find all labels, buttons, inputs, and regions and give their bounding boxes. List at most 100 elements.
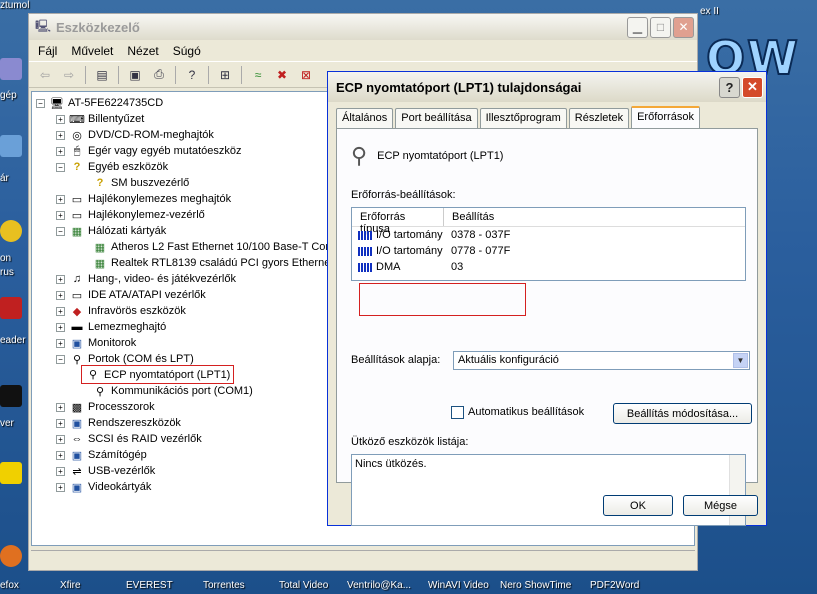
- expand-icon[interactable]: +: [56, 130, 65, 140]
- dialog-titlebar[interactable]: ECP nyomtatóport (LPT1) tulajdonságai ? …: [328, 72, 766, 102]
- tree-root[interactable]: − 🖥 AT-5FE6224735CD: [36, 95, 163, 111]
- auto-settings-checkbox[interactable]: [451, 406, 464, 419]
- tree-item[interactable]: ▦ Realtek RTL8139 családú PCI gyors Ethe…: [92, 255, 334, 271]
- tree-item[interactable]: + ▭ Hajlékonylemez-vezérlő: [56, 207, 205, 223]
- update-icon[interactable]: ≈: [248, 66, 268, 84]
- tab-general[interactable]: Általános: [336, 108, 394, 128]
- desktop-icon-label[interactable]: EVEREST: [126, 580, 173, 591]
- expand-icon[interactable]: +: [56, 434, 65, 444]
- column-header-setting[interactable]: Beállítás: [444, 208, 745, 226]
- expand-icon[interactable]: +: [56, 210, 65, 220]
- expand-icon[interactable]: +: [56, 482, 65, 492]
- menu-file[interactable]: Fájl: [38, 44, 57, 58]
- tab-resources[interactable]: Erőforrások: [631, 106, 700, 128]
- change-setting-button[interactable]: Beállítás módosítása...: [613, 403, 752, 424]
- tree-item[interactable]: − ? Egyéb eszközök: [56, 159, 168, 175]
- tree-item[interactable]: + ▭ IDE ATA/ATAPI vezérlők: [56, 287, 206, 303]
- ok-button[interactable]: OK: [603, 495, 673, 516]
- tree-item[interactable]: + ▣ Videokártyák: [56, 479, 151, 495]
- tree-item[interactable]: + ⌨ Billentyűzet: [56, 111, 144, 127]
- column-header-type[interactable]: Erőforrás típusa: [352, 208, 444, 235]
- desktop-icon-label[interactable]: efox: [0, 580, 19, 591]
- table-row[interactable]: DMA 03: [352, 259, 745, 275]
- tab-details[interactable]: Részletek: [568, 108, 630, 128]
- minimize-button[interactable]: ▁: [627, 16, 648, 38]
- desktop-icon-label[interactable]: WinAVI Video: [428, 580, 489, 591]
- computer-icon[interactable]: ▣: [125, 66, 145, 84]
- disable-icon[interactable]: ✖: [272, 66, 292, 84]
- expand-icon[interactable]: +: [56, 450, 65, 460]
- help-icon[interactable]: ?: [182, 66, 202, 84]
- tree-item[interactable]: + ▩ Processzorok: [56, 399, 155, 415]
- tree-item[interactable]: + ▣ Monitorok: [56, 335, 136, 351]
- desktop-icon-label[interactable]: PDF2Word: [590, 580, 639, 591]
- uninstall-icon[interactable]: ⊠: [296, 66, 316, 84]
- resource-table[interactable]: Erőforrás típusa Beállítás I/O tartomány…: [351, 207, 746, 281]
- desktop-icon-label[interactable]: Nero ShowTime: [500, 580, 571, 591]
- desktop-icon[interactable]: [0, 58, 22, 80]
- tab-port-settings[interactable]: Port beállítása: [395, 108, 478, 128]
- desktop-icon[interactable]: [0, 385, 22, 407]
- forward-icon[interactable]: ⇨: [59, 66, 79, 84]
- desktop-icon-label[interactable]: Total Video: [279, 580, 328, 591]
- maximize-button[interactable]: □: [650, 16, 671, 38]
- properties-view-icon[interactable]: ▤: [92, 66, 112, 84]
- auto-settings-label[interactable]: Automatikus beállítások: [468, 406, 584, 418]
- desktop-icon-label[interactable]: Ventrilo@Ka...: [347, 580, 411, 591]
- tree-item[interactable]: + 🖱 Egér vagy egyéb mutatóeszköz: [56, 143, 241, 159]
- tree-item[interactable]: + ▭ Hajlékonylemezes meghajtók: [56, 191, 231, 207]
- desktop-icon-label[interactable]: Xfire: [60, 580, 81, 591]
- close-button[interactable]: ✕: [673, 16, 694, 38]
- tree-item[interactable]: + ⇔ SCSI és RAID vezérlők: [56, 431, 202, 447]
- print-icon[interactable]: ⎙: [149, 66, 169, 84]
- table-row[interactable]: I/O tartomány 0378 - 037F: [352, 227, 745, 243]
- collapse-icon[interactable]: −: [36, 98, 45, 108]
- expand-icon[interactable]: +: [56, 418, 65, 428]
- collapse-icon[interactable]: −: [56, 226, 65, 236]
- menu-view[interactable]: Nézet: [127, 44, 158, 58]
- sound-icon: ♫: [72, 273, 82, 285]
- expand-icon[interactable]: +: [56, 466, 65, 476]
- desktop-icon-label[interactable]: Torrentes: [203, 580, 245, 591]
- device-manager-titlebar[interactable]: 🖳 Eszközkezelő ▁ □ ✕: [29, 14, 697, 40]
- desktop-icon[interactable]: [0, 545, 22, 567]
- desktop-icon[interactable]: [0, 220, 22, 242]
- menu-action[interactable]: Művelet: [71, 44, 113, 58]
- tree-item[interactable]: + ⇌ USB-vezérlők: [56, 463, 155, 479]
- tree-item[interactable]: ? SM buszvezérlő: [92, 175, 190, 191]
- tab-driver[interactable]: Illesztőprogram: [479, 108, 567, 128]
- collapse-icon[interactable]: −: [56, 354, 65, 364]
- based-on-select[interactable]: Aktuális konfiguráció ▼: [453, 351, 750, 370]
- expand-icon[interactable]: +: [56, 146, 65, 156]
- expand-icon[interactable]: +: [56, 194, 65, 204]
- expand-icon[interactable]: +: [56, 290, 65, 300]
- expand-icon[interactable]: +: [56, 402, 65, 412]
- expand-icon[interactable]: +: [56, 306, 65, 316]
- tree-item[interactable]: ⚲ Kommunikációs port (COM1): [92, 383, 253, 399]
- tree-item[interactable]: + ▣ Számítógép: [56, 447, 147, 463]
- help-button[interactable]: ?: [719, 76, 740, 98]
- cancel-button[interactable]: Mégse: [683, 495, 758, 516]
- tree-item-selected[interactable]: ⚲ ECP nyomtatóport (LPT1): [81, 365, 235, 384]
- table-row[interactable]: I/O tartomány 0778 - 077F: [352, 243, 745, 259]
- tree-item[interactable]: + ◆ Infravörös eszközök: [56, 303, 186, 319]
- collapse-icon[interactable]: −: [56, 162, 65, 172]
- expand-icon[interactable]: +: [56, 274, 65, 284]
- desktop-icon[interactable]: [0, 135, 22, 157]
- back-icon[interactable]: ⇦: [35, 66, 55, 84]
- tree-item[interactable]: + ♫ Hang-, video- és játékvezérlők: [56, 271, 236, 287]
- tree-item[interactable]: + ▣ Rendszereszközök: [56, 415, 181, 431]
- expand-icon[interactable]: +: [56, 338, 65, 348]
- scan-icon[interactable]: ⊞: [215, 66, 235, 84]
- chevron-down-icon[interactable]: ▼: [733, 353, 748, 368]
- tree-item[interactable]: − ▦ Hálózati kártyák: [56, 223, 166, 239]
- menu-help[interactable]: Súgó: [173, 44, 201, 58]
- tree-item[interactable]: + ▬ Lemezmeghajtó: [56, 319, 166, 335]
- close-button[interactable]: ✕: [742, 76, 763, 98]
- expand-icon[interactable]: +: [56, 322, 65, 332]
- desktop-icon[interactable]: [0, 462, 22, 484]
- desktop-icon[interactable]: [0, 297, 22, 319]
- tree-item[interactable]: + ◎ DVD/CD-ROM-meghajtók: [56, 127, 214, 143]
- expand-icon[interactable]: +: [56, 114, 65, 124]
- tree-item[interactable]: ▦ Atheros L2 Fast Ethernet 10/100 Base-T…: [92, 239, 335, 255]
